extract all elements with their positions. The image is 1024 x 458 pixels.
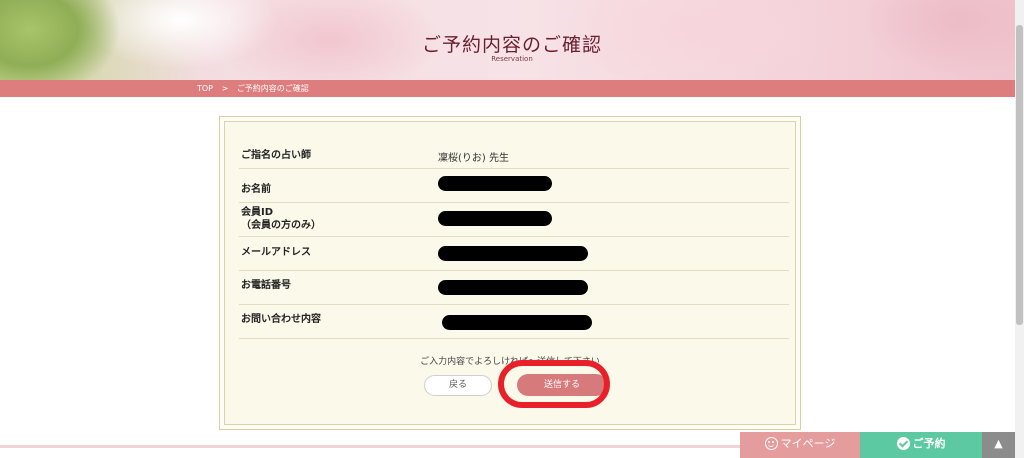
row-name: お名前: [239, 168, 789, 203]
row-label: お問い合わせ内容: [241, 314, 321, 325]
redacted-value: [438, 211, 552, 226]
row-value: 凜桜(りお) 先生: [438, 153, 509, 164]
mypage-tab[interactable]: マイページ: [740, 432, 860, 458]
row-fortune-teller: ご指名の占い師 凜桜(りお) 先生: [239, 134, 789, 169]
row-phone: お電話番号: [239, 270, 789, 305]
row-label: メールアドレス: [241, 247, 311, 258]
row-label: お名前: [241, 184, 271, 195]
reserve-tab[interactable]: ご予約: [860, 432, 982, 458]
footer-divider: [0, 445, 740, 448]
back-button[interactable]: 戻る: [424, 375, 492, 396]
breadcrumb: TOP > ご予約内容のご確認: [197, 83, 315, 94]
breadcrumb-home-link[interactable]: TOP: [197, 84, 213, 93]
row-label: お電話番号: [241, 280, 291, 291]
mypage-label: マイページ: [780, 437, 836, 450]
reserve-label: ご予約: [912, 437, 946, 450]
breadcrumb-separator: >: [221, 84, 229, 93]
row-member-id: 会員ID （会員の方のみ）: [239, 202, 789, 237]
redacted-value: [442, 315, 592, 330]
send-button-highlight-annotation: [498, 360, 610, 408]
redacted-value: [438, 246, 588, 261]
page-scrollbar[interactable]: [1015, 0, 1024, 458]
row-inquiry: お問い合わせ内容: [239, 304, 789, 339]
redacted-value: [438, 280, 588, 295]
row-label: 会員ID （会員の方のみ）: [241, 207, 321, 231]
breadcrumb-current: ご予約内容のご確認: [236, 84, 309, 93]
check-circle-icon: [896, 436, 910, 450]
breadcrumb-bar: TOP > ご予約内容のご確認: [0, 80, 1024, 97]
scroll-top-button[interactable]: ▲: [982, 432, 1015, 458]
redacted-value: [438, 176, 552, 191]
triangle-up-icon: ▲: [994, 437, 1003, 450]
row-label: ご指名の占い師: [241, 150, 311, 161]
row-email: メールアドレス: [239, 236, 789, 271]
page-title: ご予約内容のご確認: [421, 34, 602, 56]
hero-banner: ご予約内容のご確認 Reservation: [0, 0, 1024, 80]
page-subtitle: Reservation: [491, 55, 533, 63]
scrollbar-thumb[interactable]: [1016, 25, 1023, 325]
smile-icon: [764, 436, 778, 450]
